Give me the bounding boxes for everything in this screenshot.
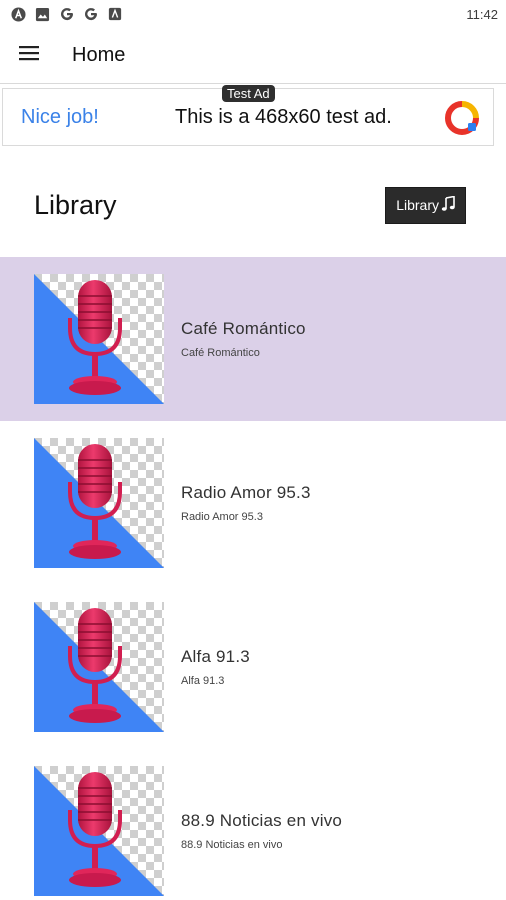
station-name: 88.9 Noticias en vivo [181, 811, 343, 830]
library-header: Library Library [0, 160, 506, 250]
station-name: Café Romántico [181, 319, 306, 338]
image-icon [34, 6, 51, 23]
station-text: 88.9 Noticias en vivo 88.9 Noticias en v… [181, 811, 342, 851]
status-icons [10, 6, 123, 23]
station-subtitle: Café Romántico [181, 347, 260, 359]
music-note-icon [441, 195, 455, 215]
microphone-icon [34, 766, 164, 896]
station-list: Café Romántico Café Romántico Radio Amor… [0, 257, 506, 900]
station-subtitle: 88.9 Noticias en vivo [181, 839, 283, 851]
google-g-icon [82, 6, 99, 23]
library-button-label: Library [396, 197, 439, 213]
app-bar: Home [0, 28, 506, 84]
test-ad-badge: Test Ad [222, 85, 275, 102]
microphone-icon [34, 274, 164, 404]
ad-body-text: This is a 468x60 test ad. [175, 105, 392, 128]
station-row[interactable]: 88.9 Noticias en vivo 88.9 Noticias en v… [0, 749, 506, 900]
station-text: Radio Amor 95.3 Radio Amor 95.3 [181, 483, 311, 523]
microphone-icon [34, 602, 164, 732]
station-name: Radio Amor 95.3 [181, 483, 311, 502]
google-g-icon [58, 6, 75, 23]
microphone-icon [34, 438, 164, 568]
app-icon [106, 6, 123, 23]
station-subtitle: Alfa 91.3 [181, 675, 225, 687]
page-title: Home [72, 44, 126, 66]
station-text: Café Romántico Café Romántico [181, 319, 306, 359]
hamburger-menu-button[interactable] [0, 28, 58, 84]
library-button[interactable]: Library [385, 186, 466, 224]
station-name: Alfa 91.3 [181, 647, 250, 666]
ad-logo-icon [445, 101, 479, 135]
ad-banner[interactable]: Test Ad Nice job! This is a 468x60 test … [2, 85, 494, 146]
station-subtitle: Radio Amor 95.3 [181, 511, 263, 523]
station-row[interactable]: Alfa 91.3 Alfa 91.3 [0, 585, 506, 749]
station-row[interactable]: Café Romántico Café Romántico [0, 257, 506, 421]
status-time: 11:42 [466, 6, 498, 22]
station-row[interactable]: Radio Amor 95.3 Radio Amor 95.3 [0, 421, 506, 585]
status-bar: 11:42 [0, 0, 506, 28]
ad-headline: Nice job! [21, 105, 99, 128]
android-auto-icon [10, 6, 27, 23]
hamburger-menu-icon [19, 45, 39, 66]
station-text: Alfa 91.3 Alfa 91.3 [181, 647, 250, 687]
library-title: Library [34, 189, 117, 220]
